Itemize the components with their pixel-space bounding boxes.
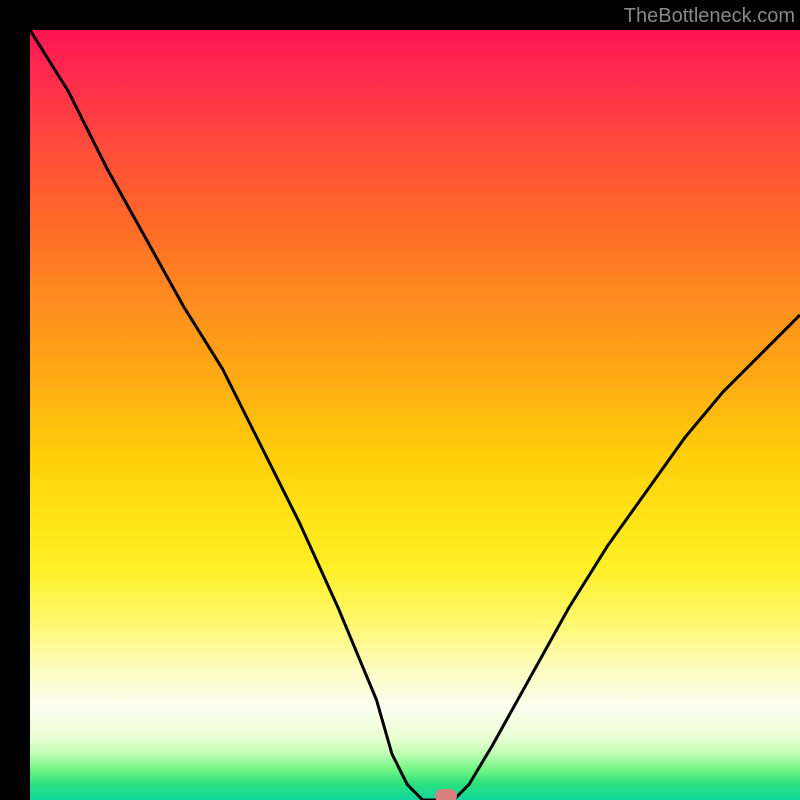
optimal-point-marker — [435, 789, 457, 800]
chart-area — [30, 30, 800, 800]
bottleneck-curve — [30, 30, 800, 800]
watermark-text: TheBottleneck.com — [624, 5, 795, 28]
